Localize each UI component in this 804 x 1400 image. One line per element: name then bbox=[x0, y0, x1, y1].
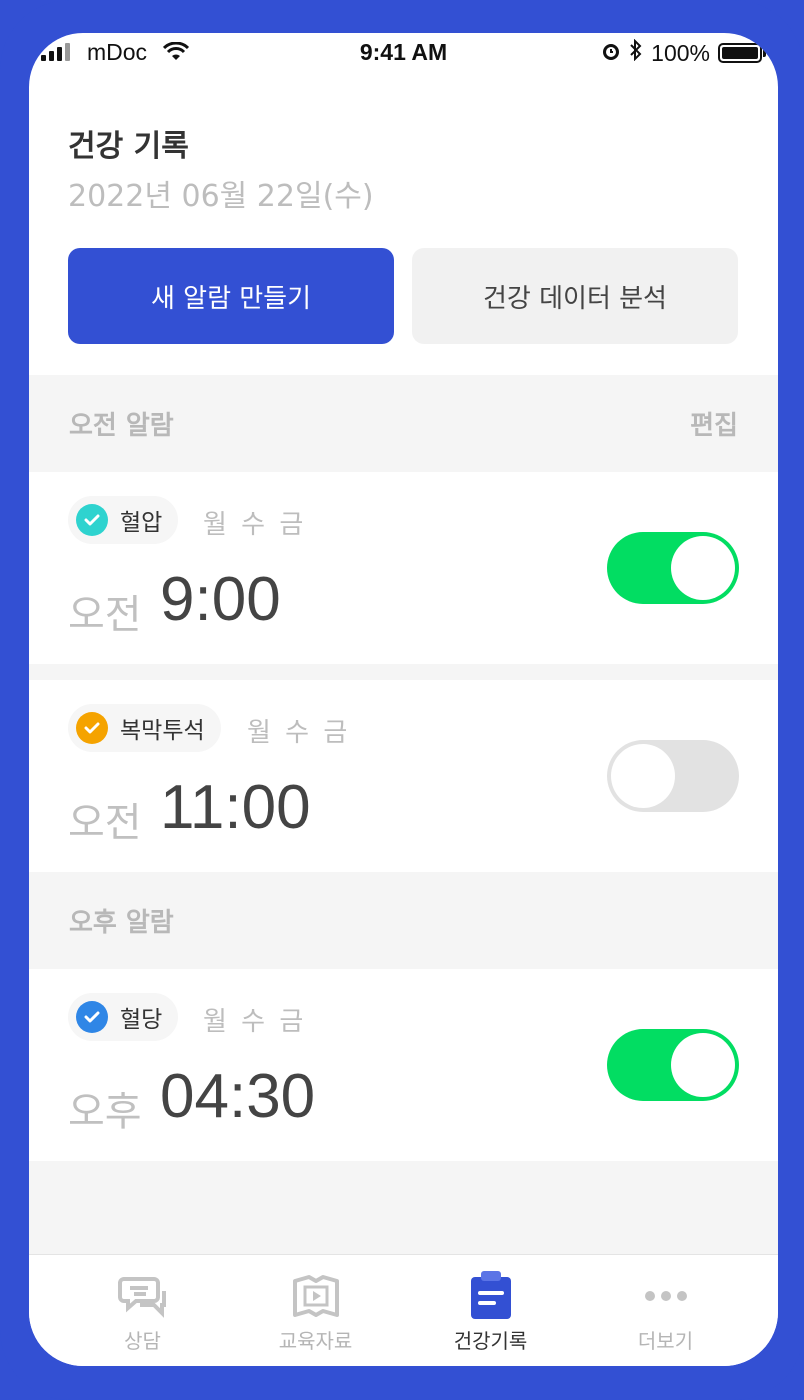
alarm-time: 04:30 bbox=[160, 1062, 316, 1131]
alarm-toggle[interactable] bbox=[607, 1029, 739, 1101]
tab-label: 상담 bbox=[124, 1329, 161, 1353]
page-title: 건강 기록 bbox=[68, 129, 189, 164]
more-dots-icon bbox=[641, 1271, 691, 1321]
battery-percent: 100% bbox=[651, 39, 710, 66]
tab-label: 더보기 bbox=[637, 1329, 694, 1353]
alarm-card-peritoneal-dialysis[interactable]: 복막투석 월 수 금 오전 11:00 bbox=[29, 680, 778, 872]
tab-more[interactable]: 더보기 bbox=[572, 1255, 759, 1366]
alarm-card-blood-sugar[interactable]: 혈당 월 수 금 오후 04:30 bbox=[29, 969, 778, 1161]
alarm-tag-label: 혈압 bbox=[120, 510, 163, 536]
tab-label: 교육자료 bbox=[278, 1329, 353, 1353]
alarm-tag-chip: 혈당 bbox=[68, 993, 179, 1041]
alarm-time: 9:00 bbox=[160, 565, 281, 634]
alarm-tag-chip: 복막투석 bbox=[68, 704, 221, 752]
alarm-ampm: 오전 bbox=[68, 592, 142, 638]
bluetooth-icon bbox=[629, 38, 643, 67]
afternoon-section-header: 오후 알람 bbox=[29, 872, 778, 969]
status-right: 100% bbox=[601, 38, 766, 67]
alarm-tag-label: 혈당 bbox=[120, 1007, 163, 1033]
battery-icon bbox=[718, 43, 766, 63]
chat-icon bbox=[117, 1271, 168, 1321]
book-video-icon bbox=[291, 1271, 341, 1321]
clipboard-icon bbox=[466, 1271, 516, 1321]
toggle-knob bbox=[671, 536, 735, 600]
alarm-time: 11:00 bbox=[160, 773, 311, 842]
alarm-ampm: 오후 bbox=[68, 1089, 142, 1135]
alarm-days: 월 수 금 bbox=[203, 510, 307, 540]
toggle-knob bbox=[611, 744, 675, 808]
morning-section-title: 오전 알람 bbox=[69, 411, 174, 441]
alarm-tag-chip: 혈압 bbox=[68, 496, 179, 544]
alarm-days: 월 수 금 bbox=[203, 1007, 307, 1037]
check-icon bbox=[76, 504, 108, 536]
afternoon-section-title: 오후 알람 bbox=[69, 908, 174, 938]
alarm-toggle[interactable] bbox=[607, 532, 739, 604]
analyze-health-data-button[interactable]: 건강 데이터 분석 bbox=[412, 248, 738, 344]
empty-area bbox=[29, 1161, 778, 1254]
alarm-tag-label: 복막투석 bbox=[120, 718, 205, 744]
tab-bar: 상담 교육자료 건강기록 더보기 bbox=[29, 1254, 778, 1366]
status-bar: mDoc 9:41 AM 100% bbox=[29, 33, 778, 73]
alarm-card-blood-pressure[interactable]: 혈압 월 수 금 오전 9:00 bbox=[29, 472, 778, 664]
tab-consult[interactable]: 상담 bbox=[49, 1255, 236, 1366]
check-icon bbox=[76, 712, 108, 744]
new-alarm-button[interactable]: 새 알람 만들기 bbox=[68, 248, 394, 344]
edit-button[interactable]: 편집 bbox=[690, 405, 738, 442]
alarm-toggle[interactable] bbox=[607, 740, 739, 812]
page-date: 2022년 06월 22일(수) bbox=[68, 179, 374, 214]
alarm-ampm: 오전 bbox=[68, 800, 142, 846]
alarm-clock-icon bbox=[601, 40, 621, 67]
morning-section-header: 오전 알람 편집 bbox=[29, 375, 778, 472]
tab-health-record[interactable]: 건강기록 bbox=[397, 1255, 584, 1366]
toggle-knob bbox=[671, 1033, 735, 1097]
divider bbox=[29, 664, 778, 680]
tab-label: 건강기록 bbox=[453, 1329, 528, 1353]
app-screen: mDoc 9:41 AM 100% 건강 기록 2022년 06월 22일(수)… bbox=[29, 33, 778, 1366]
tab-education[interactable]: 교육자료 bbox=[222, 1255, 409, 1366]
alarm-days: 월 수 금 bbox=[247, 718, 351, 748]
check-icon bbox=[76, 1001, 108, 1033]
